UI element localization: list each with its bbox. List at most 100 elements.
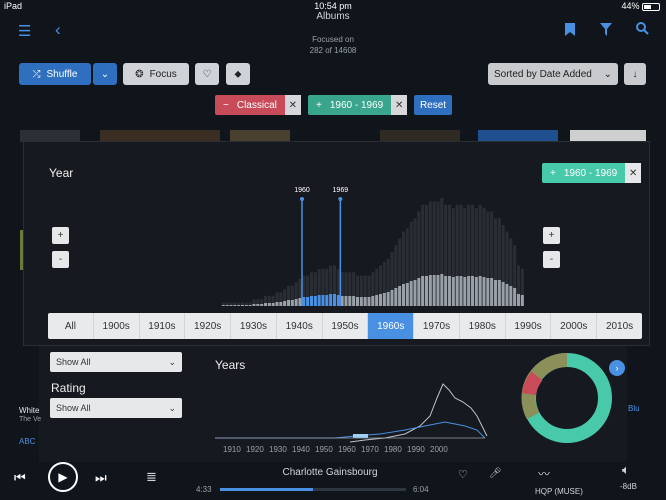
album-artist[interactable]: The Ve bbox=[19, 416, 41, 423]
decade-option[interactable]: 1970s bbox=[414, 313, 460, 339]
histogram-bar[interactable] bbox=[256, 304, 260, 306]
histogram-bar[interactable] bbox=[248, 305, 252, 306]
tag-button[interactable]: ⬥ bbox=[226, 63, 250, 85]
previous-track-icon[interactable]: ⏮ bbox=[14, 470, 26, 486]
decade-option[interactable]: 1960s bbox=[368, 313, 415, 339]
queue-icon[interactable]: ≣ bbox=[146, 469, 157, 485]
histogram-bar[interactable] bbox=[275, 302, 279, 306]
close-icon[interactable]: ✕ bbox=[625, 163, 642, 183]
histogram-bar[interactable] bbox=[375, 295, 379, 306]
histogram-bar[interactable] bbox=[501, 282, 505, 306]
range-start-handle[interactable] bbox=[300, 197, 304, 201]
histogram-bar[interactable] bbox=[474, 277, 478, 306]
histogram-bar[interactable] bbox=[497, 280, 501, 306]
decade-option[interactable]: 2010s bbox=[597, 313, 642, 339]
close-icon[interactable]: ✕ bbox=[391, 95, 408, 115]
histogram-bar[interactable] bbox=[386, 292, 390, 306]
focus-button[interactable]: ❂ Focus bbox=[123, 63, 189, 85]
track-title[interactable]: Charlotte Gainsbourg bbox=[200, 467, 460, 478]
close-icon[interactable]: ✕ bbox=[284, 95, 301, 115]
histogram-bar[interactable] bbox=[352, 296, 356, 306]
microphone-icon[interactable]: 🎤︎ bbox=[489, 468, 502, 479]
histogram-bar[interactable] bbox=[317, 295, 321, 306]
histogram-bar[interactable] bbox=[401, 284, 405, 306]
decade-option[interactable]: 1980s bbox=[460, 313, 506, 339]
histogram-bar[interactable] bbox=[482, 277, 486, 306]
album-title-right[interactable]: Blu bbox=[628, 404, 640, 413]
histogram-bar[interactable] bbox=[302, 297, 306, 306]
decade-option[interactable]: 1930s bbox=[231, 313, 277, 339]
histogram-bar[interactable] bbox=[225, 305, 229, 306]
histogram-bar[interactable] bbox=[221, 305, 225, 306]
zoom-in-right-button[interactable]: + bbox=[543, 227, 560, 244]
histogram-bar[interactable] bbox=[444, 276, 448, 306]
histogram-bar[interactable] bbox=[455, 276, 459, 306]
histogram-bar[interactable] bbox=[447, 276, 451, 306]
histogram-bar[interactable] bbox=[467, 276, 471, 306]
histogram-bar[interactable] bbox=[493, 280, 497, 306]
zoom-out-right-button[interactable]: - bbox=[543, 251, 560, 268]
histogram-bar[interactable] bbox=[428, 275, 432, 306]
histogram-bar[interactable] bbox=[390, 290, 394, 306]
decade-option[interactable]: All bbox=[48, 313, 94, 339]
histogram-bar[interactable] bbox=[436, 275, 440, 306]
histogram-bar[interactable] bbox=[424, 276, 428, 306]
decade-option[interactable]: 1900s bbox=[94, 313, 140, 339]
heart-icon[interactable]: ♡ bbox=[458, 468, 468, 481]
output-device[interactable]: HQP (MUSE) bbox=[535, 487, 583, 496]
index-label[interactable]: ABC bbox=[19, 437, 35, 446]
histogram-bar[interactable] bbox=[244, 305, 248, 306]
reset-button[interactable]: Reset bbox=[414, 95, 452, 115]
histogram-bar[interactable] bbox=[283, 301, 287, 306]
range-markers[interactable]: 1960 1969 bbox=[294, 187, 348, 306]
histogram-bar[interactable] bbox=[505, 284, 509, 306]
histogram-bar[interactable] bbox=[279, 302, 283, 306]
histogram-bar[interactable] bbox=[440, 274, 444, 306]
histogram-bar[interactable] bbox=[240, 305, 244, 306]
histogram-bar[interactable] bbox=[432, 275, 436, 306]
histogram-bar[interactable] bbox=[332, 294, 336, 306]
histogram-bar[interactable] bbox=[306, 297, 310, 306]
search-icon[interactable] bbox=[636, 22, 649, 40]
histogram-bar[interactable] bbox=[513, 288, 517, 306]
histogram-bar[interactable] bbox=[329, 294, 333, 306]
volume-icon[interactable]: 🔈︎ bbox=[622, 462, 630, 478]
bookmark-icon[interactable] bbox=[565, 23, 575, 41]
decade-option[interactable]: 1920s bbox=[185, 313, 232, 339]
decade-option[interactable]: 2000s bbox=[551, 313, 598, 339]
histogram-bar[interactable] bbox=[237, 305, 241, 306]
histogram-bar[interactable] bbox=[367, 297, 371, 306]
year-filter-chip[interactable]: + 1960 - 1969 ✕ bbox=[308, 95, 408, 115]
waveform-icon[interactable]: 〰 bbox=[538, 465, 550, 482]
histogram-bar[interactable] bbox=[516, 294, 520, 306]
histogram-bar[interactable] bbox=[486, 278, 490, 306]
histogram-bar[interactable] bbox=[290, 300, 294, 306]
histogram-bar[interactable] bbox=[359, 297, 363, 306]
histogram-bar[interactable] bbox=[336, 295, 340, 306]
next-track-icon[interactable]: ⏭ bbox=[95, 470, 107, 486]
histogram-bar[interactable] bbox=[263, 303, 267, 306]
year-histogram[interactable]: 1960 1969 bbox=[72, 182, 532, 306]
histogram-bar[interactable] bbox=[294, 299, 298, 306]
histogram-bar[interactable] bbox=[344, 296, 348, 306]
histogram-bar[interactable] bbox=[348, 296, 352, 306]
histogram-bar[interactable] bbox=[371, 296, 375, 306]
decade-option[interactable]: 1940s bbox=[277, 313, 323, 339]
histogram-bar[interactable] bbox=[233, 305, 237, 306]
histogram-bar[interactable] bbox=[470, 276, 474, 306]
histogram-bar[interactable] bbox=[325, 295, 329, 306]
album-title[interactable]: White bbox=[19, 406, 39, 415]
histogram-bar[interactable] bbox=[463, 277, 467, 306]
histogram-bar[interactable] bbox=[286, 300, 290, 306]
histogram-bar[interactable] bbox=[413, 280, 417, 306]
histogram-bar[interactable] bbox=[229, 305, 233, 306]
shuffle-button[interactable]: ⤮ Shuffle bbox=[19, 63, 91, 85]
histogram-bar[interactable] bbox=[298, 298, 302, 306]
histogram-bar[interactable] bbox=[421, 276, 425, 306]
histogram-bar[interactable] bbox=[409, 281, 413, 306]
histogram-bar[interactable] bbox=[378, 294, 382, 306]
histogram-bar[interactable] bbox=[405, 283, 409, 306]
progress-track[interactable] bbox=[220, 488, 406, 491]
histogram-bar[interactable] bbox=[417, 278, 421, 306]
decade-option[interactable]: 1990s bbox=[506, 313, 552, 339]
